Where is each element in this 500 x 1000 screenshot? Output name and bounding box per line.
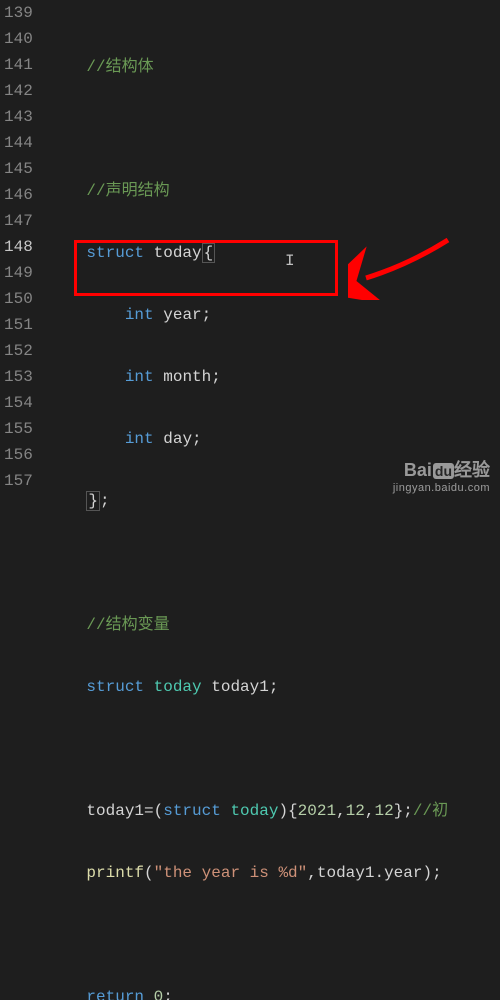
number: 2021 [298,802,336,820]
identifier: today1 [211,678,269,696]
comment-text: //结构变量 [86,616,169,634]
brace-close: } [86,491,100,511]
code-line [48,736,500,762]
identifier: today1 [86,802,144,820]
code-line [48,116,500,142]
code-line: printf("the year is %d",today1.year); [48,860,500,886]
code-line: int year; [48,302,500,328]
line-number: 147 [4,208,30,234]
type-name: today [230,802,278,820]
punct: ; [211,368,221,386]
code-area[interactable]: //结构体 //声明结构 struct today{ int year; int… [48,0,500,500]
punct: ; [269,678,279,696]
code-line: struct today{ [48,240,500,266]
line-number: 146 [4,182,30,208]
keyword: int [125,368,154,386]
line-number: 139 [4,0,30,26]
punct: }; [394,802,413,820]
code-line [48,550,500,576]
comment-text: //初 [413,802,448,820]
line-number: 150 [4,286,30,312]
line-number: 145 [4,156,30,182]
line-number: 153 [4,364,30,390]
punct: ; [202,306,212,324]
line-number: 144 [4,130,30,156]
code-line: return 0; [48,984,500,1000]
line-number-gutter: 1391401411421431441451461471481491501511… [0,0,48,500]
line-number: 154 [4,390,30,416]
function-call: printf [86,864,144,882]
punct: ; [192,430,202,448]
keyword: struct [86,244,144,262]
code-line: today1=(struct today){2021,12,12};//初 [48,798,500,824]
keyword: struct [86,678,144,696]
punct: ; [163,988,173,1000]
identifier: day [163,430,192,448]
code-line: int month; [48,364,500,390]
keyword: return [86,988,144,1000]
punct: , [365,802,375,820]
code-line: //结构体 [48,54,500,80]
line-number: 151 [4,312,30,338]
code-line: //结构变量 [48,612,500,638]
punct: , [307,864,317,882]
code-line: int day; [48,426,500,452]
punct: ; [100,492,110,510]
punct: , [336,802,346,820]
keyword: int [125,306,154,324]
keyword: struct [163,802,221,820]
number: 12 [346,802,365,820]
code-line: struct today today1; [48,674,500,700]
keyword: int [125,430,154,448]
brace-open: { [202,243,216,263]
identifier: month [163,368,211,386]
code-line: //声明结构 [48,178,500,204]
line-number: 149 [4,260,30,286]
identifier: year [163,306,201,324]
punct: =( [144,802,163,820]
number: 12 [374,802,393,820]
line-number: 140 [4,26,30,52]
punct: ){ [278,802,297,820]
number: 0 [154,988,164,1000]
line-number: 155 [4,416,30,442]
punct: ); [422,864,441,882]
comment-text: //结构体 [86,58,153,76]
string-literal: "the year is %d" [154,864,308,882]
code-editor[interactable]: 1391401411421431441451461471481491501511… [0,0,500,500]
line-number: 141 [4,52,30,78]
type-name: today [154,244,202,262]
identifier: today1.year [317,864,423,882]
line-number: 152 [4,338,30,364]
line-number: 142 [4,78,30,104]
comment-text: //声明结构 [86,182,169,200]
line-number: 143 [4,104,30,130]
line-number: 148 [4,234,30,260]
code-line: }; [48,488,500,514]
punct: ( [144,864,154,882]
type-name: today [154,678,202,696]
line-number: 157 [4,468,30,494]
line-number: 156 [4,442,30,468]
code-line [48,922,500,948]
